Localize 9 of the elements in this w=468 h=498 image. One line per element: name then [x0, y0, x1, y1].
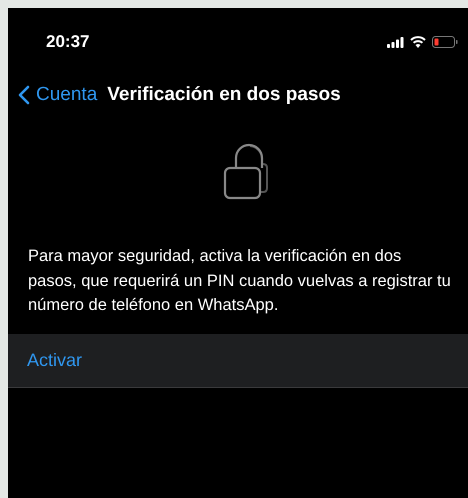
battery-icon — [432, 36, 458, 48]
activate-row[interactable]: Activar — [8, 334, 468, 386]
screen-title: Verificación en dos pasos — [107, 84, 341, 106]
signal-icon — [387, 36, 404, 48]
back-chevron-icon — [18, 85, 30, 105]
description-text: Para mayor seguridad, activa la verificación en dos pasos, que requerirá un PIN cuando vuelvas a registrar tu número de teléfono en WhatsApp. — [28, 246, 452, 316]
back-button[interactable]: Cuenta — [18, 84, 98, 106]
wifi-icon — [410, 36, 426, 48]
status-time: 20:37 — [46, 32, 90, 52]
